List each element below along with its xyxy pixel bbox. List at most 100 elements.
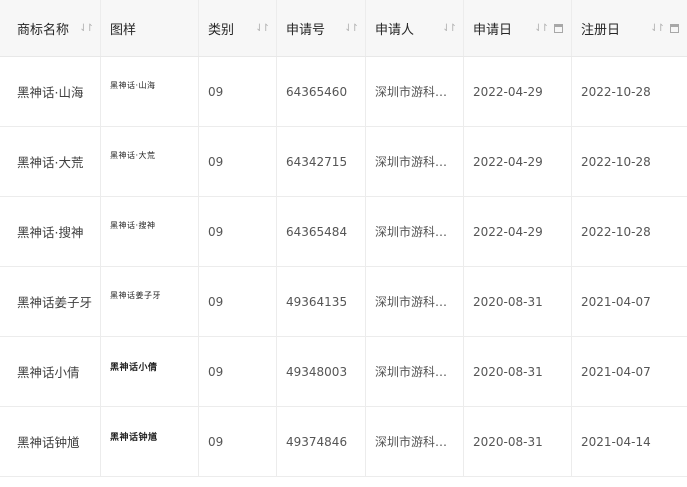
cell-applicant-text: 深圳市游科互…	[375, 295, 457, 309]
cell-reg-no: 64342715	[277, 127, 366, 196]
cell-register-date: 2021-04-07	[572, 267, 687, 336]
cell-class-text: 09	[208, 224, 224, 239]
table-row[interactable]: 黑神话·山海 黑神话·山海 09 64365460 深圳市游科互… 2022-04-29 2…	[0, 57, 687, 127]
column-label: 注册日	[581, 22, 621, 38]
cell-applicant: 深圳市游科互…	[366, 337, 464, 406]
cell-register-date-text: 2022-10-28	[581, 84, 651, 99]
cell-reg-no-text: 64365484	[286, 224, 348, 239]
cell-class: 09	[199, 127, 277, 196]
table-row[interactable]: 黑神话钟馗 黑神话钟馗 09 49374846 深圳市游科互… 2020-08-31 202…	[0, 407, 687, 477]
cell-trademark-name-text: 黑神话·搜神	[17, 225, 84, 240]
cell-reg-no: 49364135	[277, 267, 366, 336]
cell-pattern: 黑神话姜子牙	[101, 267, 199, 336]
cell-reg-no-text: 49374846	[286, 434, 348, 449]
cell-register-date: 2021-04-07	[572, 337, 687, 406]
cell-trademark-name-text: 黑神话钟馗	[17, 435, 80, 450]
column-label: 商标名称	[17, 22, 70, 38]
cell-pattern: 黑神话小倩	[101, 337, 199, 406]
calendar-icon[interactable]	[670, 23, 679, 33]
cell-class-text: 09	[208, 84, 224, 99]
cell-applicant: 深圳市游科互…	[366, 197, 464, 266]
cell-apply-date-text: 2022-04-29	[473, 84, 543, 99]
cell-register-date-text: 2021-04-07	[581, 294, 651, 309]
cell-trademark-name-text: 黑神话姜子牙	[17, 295, 93, 310]
cell-applicant-text: 深圳市游科互…	[375, 155, 457, 169]
trademark-pattern-image: 黑神话·山海	[110, 81, 156, 90]
cell-class: 09	[199, 57, 277, 126]
cell-register-date: 2021-04-14	[572, 407, 687, 476]
cell-register-date-text: 2022-10-28	[581, 224, 651, 239]
table-row[interactable]: 黑神话姜子牙 黑神话姜子牙 09 49364135 深圳市游科互… 2020-08-31 2…	[0, 267, 687, 337]
cell-pattern: 黑神话·山海	[101, 57, 199, 126]
cell-applicant: 深圳市游科互…	[366, 407, 464, 476]
table-row[interactable]: 黑神话小倩 黑神话小倩 09 49348003 深圳市游科互… 2020-08-31 202…	[0, 337, 687, 407]
cell-pattern: 黑神话钟馗	[101, 407, 199, 476]
sort-icon[interactable]: ⇃↾	[650, 23, 665, 34]
cell-reg-no: 49374846	[277, 407, 366, 476]
cell-trademark-name: 黑神话钟馗	[0, 407, 101, 476]
cell-class-text: 09	[208, 364, 224, 379]
cell-register-date: 2022-10-28	[572, 57, 687, 126]
calendar-icon[interactable]	[554, 23, 563, 33]
cell-apply-date-text: 2022-04-29	[473, 154, 543, 169]
trademark-table: 商标名称 ⇃↾ 图样 类别 ⇃↾ 申请号 ⇃↾ 申请人 ⇃↾ 申请日 ⇃↾ 注册…	[0, 0, 687, 487]
cell-applicant-text: 深圳市游科互…	[375, 365, 457, 379]
column-header-name[interactable]: 商标名称 ⇃↾	[0, 0, 101, 56]
column-label: 申请号	[286, 22, 326, 38]
cell-reg-no-text: 49348003	[286, 364, 348, 379]
cell-class: 09	[199, 407, 277, 476]
cell-apply-date: 2022-04-29	[464, 57, 572, 126]
column-header-reg-no[interactable]: 申请号 ⇃↾	[277, 0, 366, 56]
sort-icon[interactable]: ⇃↾	[534, 23, 549, 34]
cell-register-date-text: 2022-10-28	[581, 154, 651, 169]
cell-applicant-text: 深圳市游科互…	[375, 225, 457, 239]
trademark-pattern-image: 黑神话钟馗	[110, 433, 158, 443]
column-header-apply-date[interactable]: 申请日 ⇃↾	[464, 0, 572, 56]
cell-trademark-name-text: 黑神话·山海	[17, 85, 84, 100]
sort-icon[interactable]: ⇃↾	[255, 23, 270, 34]
cell-trademark-name: 黑神话·大荒	[0, 127, 101, 196]
cell-apply-date-text: 2020-08-31	[473, 294, 543, 309]
cell-apply-date: 2020-08-31	[464, 267, 572, 336]
cell-apply-date: 2020-08-31	[464, 407, 572, 476]
cell-reg-no: 64365460	[277, 57, 366, 126]
column-header-pattern: 图样	[101, 0, 199, 56]
cell-apply-date-text: 2020-08-31	[473, 434, 543, 449]
cell-reg-no-text: 64342715	[286, 154, 348, 169]
sort-icon[interactable]: ⇃↾	[442, 23, 457, 34]
column-label: 申请人	[375, 22, 415, 38]
sort-icon[interactable]: ⇃↾	[344, 23, 359, 34]
cell-trademark-name-text: 黑神话·大荒	[17, 155, 84, 170]
cell-applicant-text: 深圳市游科互…	[375, 435, 457, 449]
cell-class-text: 09	[208, 154, 224, 169]
column-label: 申请日	[473, 22, 513, 38]
cell-trademark-name: 黑神话姜子牙	[0, 267, 101, 336]
cell-register-date: 2022-10-28	[572, 197, 687, 266]
cell-class: 09	[199, 337, 277, 406]
cell-apply-date-text: 2022-04-29	[473, 224, 543, 239]
cell-trademark-name-text: 黑神话小倩	[17, 365, 80, 380]
cell-pattern: 黑神话·搜神	[101, 197, 199, 266]
cell-register-date-text: 2021-04-07	[581, 364, 651, 379]
cell-class-text: 09	[208, 294, 224, 309]
cell-applicant: 深圳市游科互…	[366, 127, 464, 196]
table-row[interactable]: 黑神话·搜神 黑神话·搜神 09 64365484 深圳市游科互… 2022-04-29 2…	[0, 197, 687, 267]
table-header: 商标名称 ⇃↾ 图样 类别 ⇃↾ 申请号 ⇃↾ 申请人 ⇃↾ 申请日 ⇃↾ 注册…	[0, 0, 687, 57]
cell-apply-date: 2022-04-29	[464, 197, 572, 266]
cell-class: 09	[199, 267, 277, 336]
sort-icon[interactable]: ⇃↾	[79, 23, 94, 34]
cell-register-date: 2022-10-28	[572, 127, 687, 196]
cell-apply-date: 2020-08-31	[464, 337, 572, 406]
cell-applicant: 深圳市游科互…	[366, 57, 464, 126]
cell-register-date-text: 2021-04-14	[581, 434, 651, 449]
column-label: 类别	[208, 22, 235, 38]
column-header-class[interactable]: 类别 ⇃↾	[199, 0, 277, 56]
trademark-pattern-image: 黑神话姜子牙	[110, 291, 161, 300]
cell-applicant-text: 深圳市游科互…	[375, 85, 457, 99]
table-row[interactable]: 黑神话·大荒 黑神话·大荒 09 64342715 深圳市游科互… 2022-04-29 2…	[0, 127, 687, 197]
cell-trademark-name: 黑神话·搜神	[0, 197, 101, 266]
cell-applicant: 深圳市游科互…	[366, 267, 464, 336]
cell-pattern: 黑神话·大荒	[101, 127, 199, 196]
column-header-register-date[interactable]: 注册日 ⇃↾	[572, 0, 687, 56]
column-header-applicant[interactable]: 申请人 ⇃↾	[366, 0, 464, 56]
